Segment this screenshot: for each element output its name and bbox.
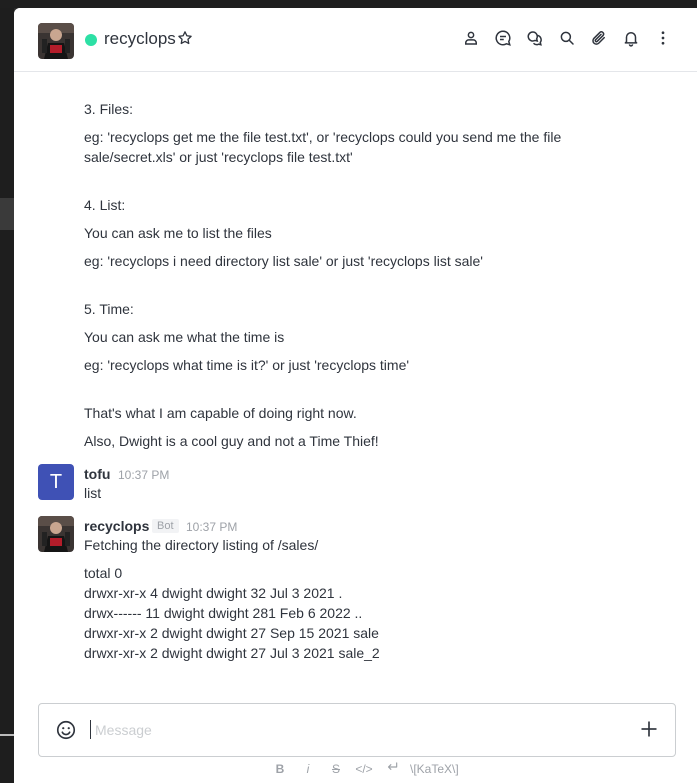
help-list-title: 4. List: [84, 197, 126, 213]
favorite-star-icon[interactable] [177, 30, 193, 46]
sidebar-marker [0, 198, 14, 230]
listing-line: drwxr-xr-x 2 dwight dwight 27 Jul 3 2021… [84, 645, 380, 661]
emoji-icon[interactable] [55, 719, 77, 741]
help-list-example: eg: 'recyclops i need directory list sal… [84, 253, 483, 269]
help-time-title: 5. Time: [84, 301, 134, 317]
message-list: 3. Files: eg: 'recyclops get me the file… [14, 72, 697, 694]
help-list-desc: You can ask me to list the files [84, 225, 272, 241]
format-toolbar: B i S </> \[KaTeX\] [266, 760, 459, 777]
listing-line: drwxr-xr-x 2 dwight dwight 27 Sep 15 202… [84, 625, 379, 641]
online-status-icon [85, 34, 97, 46]
help-outro: That's what I am capable of doing right … [84, 405, 357, 421]
search-icon[interactable] [557, 28, 577, 48]
message-body: list [84, 485, 102, 501]
listing-line: drwxr-xr-x 4 dwight dwight 32 Jul 3 2021… [84, 585, 343, 601]
user-info-icon[interactable] [461, 28, 481, 48]
help-files-title: 3. Files: [84, 101, 134, 117]
discussion-icon[interactable] [493, 28, 513, 48]
strike-button[interactable]: S [322, 762, 350, 776]
bot-badge: Bot [152, 519, 179, 533]
plus-icon[interactable] [639, 719, 659, 739]
message-username[interactable]: tofu [84, 466, 110, 482]
help-time-example: eg: 'recyclops what time is it?' or just… [84, 357, 410, 373]
message-username[interactable]: recyclops [84, 518, 149, 534]
help-time-desc: You can ask me what the time is [84, 329, 285, 345]
message-composer [38, 703, 676, 757]
notifications-icon[interactable] [621, 28, 641, 48]
multiline-icon[interactable] [378, 760, 406, 777]
code-button[interactable]: </> [350, 762, 378, 776]
katex-button[interactable]: \[KaTeX\] [410, 762, 459, 776]
sidebar-divider [0, 734, 14, 736]
room-header: recyclops [14, 8, 697, 72]
top-strip [0, 0, 697, 8]
avatar[interactable]: T [38, 464, 74, 500]
message-timestamp[interactable]: 10:37 PM [186, 520, 237, 534]
help-outro-dwight: Also, Dwight is a cool guy and not a Tim… [84, 433, 379, 449]
italic-button[interactable]: i [294, 762, 322, 776]
desktop-frame: recyclops 3. Files: eg: 'recyclops get m… [0, 0, 697, 783]
bold-button[interactable]: B [266, 762, 294, 776]
left-sidebar-strip [0, 8, 14, 783]
header-toolbar [461, 28, 673, 48]
kebab-menu-icon[interactable] [653, 28, 673, 48]
help-files-example: eg: 'recyclops get me the file test.txt'… [84, 129, 562, 145]
message-body: Fetching the directory listing of /sales… [84, 537, 319, 553]
room-title[interactable]: recyclops [104, 29, 176, 49]
help-files-example-cont: sale/secret.xls' or just 'recyclops file… [84, 149, 353, 165]
listing-line: drwx------ 11 dwight dwight 281 Feb 6 20… [84, 605, 363, 621]
chat-window: recyclops 3. Files: eg: 'recyclops get m… [14, 8, 697, 783]
avatar[interactable] [38, 516, 74, 552]
text-caret [90, 720, 91, 739]
files-icon[interactable] [589, 28, 609, 48]
room-avatar[interactable] [38, 23, 74, 59]
listing-line: total 0 [84, 565, 123, 581]
message-input[interactable] [93, 717, 617, 743]
message-timestamp[interactable]: 10:37 PM [118, 468, 169, 482]
threads-icon[interactable] [525, 28, 545, 48]
